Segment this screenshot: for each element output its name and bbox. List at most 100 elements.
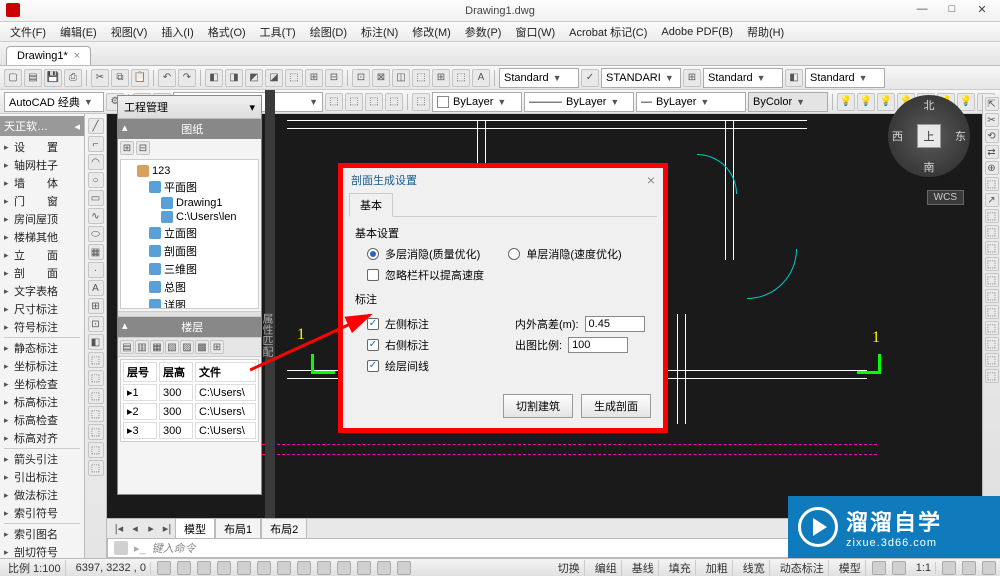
menu-draw[interactable]: 绘图(D) [304, 22, 353, 42]
floor-tool-icon[interactable]: ▤ [120, 340, 134, 354]
status-text[interactable]: 线宽 [739, 560, 770, 576]
tool-icon[interactable]: A [472, 69, 490, 87]
menu-adobepdf[interactable]: Adobe PDF(B) [655, 24, 739, 40]
save-icon[interactable]: 💾 [44, 69, 62, 87]
table-icon[interactable]: ⊡ [88, 316, 104, 332]
sidebar-item[interactable]: ▸做法标注 [0, 486, 84, 504]
tool-icon[interactable]: ◧ [205, 69, 223, 87]
tool-icon[interactable]: ⊞ [305, 69, 323, 87]
status-toggle-icon[interactable] [397, 561, 411, 575]
modify-icon[interactable]: ⟲ [985, 129, 999, 143]
cut-icon[interactable]: ✂ [91, 69, 109, 87]
menu-window[interactable]: 窗口(W) [509, 22, 561, 42]
height-diff-input[interactable] [585, 316, 645, 332]
modify-icon[interactable]: ⬚ [985, 225, 999, 239]
radio-multilayer[interactable] [367, 248, 379, 260]
sidebar-item[interactable]: ▸门 窗 [0, 192, 84, 210]
status-text[interactable]: 切换 [554, 560, 585, 576]
sidebar-item[interactable]: ▸剖 面 [0, 264, 84, 282]
close-button[interactable]: ✕ [968, 0, 996, 18]
modify-icon[interactable]: ⬚ [985, 305, 999, 319]
menu-edit[interactable]: 编辑(E) [54, 22, 103, 42]
status-model-button[interactable]: 模型 [835, 560, 866, 576]
tree-item[interactable]: 总图 [149, 278, 254, 296]
modify-icon[interactable]: ✂ [985, 113, 999, 127]
status-toggle-icon[interactable] [237, 561, 251, 575]
modify-icon[interactable]: ⬚ [985, 209, 999, 223]
status-icon[interactable] [872, 561, 886, 575]
tool-icon[interactable]: ⬚ [285, 69, 303, 87]
floor-tool-icon[interactable]: ▨ [180, 340, 194, 354]
sidebar-item[interactable]: ▸标高检查 [0, 411, 84, 429]
tool-icon[interactable]: ⊟ [325, 69, 343, 87]
tree-item[interactable]: 三维图 [149, 260, 254, 278]
tree-item[interactable]: 立面图 [149, 224, 254, 242]
dialog-tab-basic[interactable]: 基本 [349, 193, 393, 217]
sidebar-item[interactable]: ▸索引符号 [0, 504, 84, 522]
modify-icon[interactable]: ⬚ [985, 289, 999, 303]
sidebar-item[interactable]: ▸文字表格 [0, 282, 84, 300]
project-panel-header[interactable]: 工程管理▾ [118, 96, 261, 119]
modify-icon[interactable]: ⇄ [985, 145, 999, 159]
layout-tab-2[interactable]: 布局2 [261, 518, 307, 539]
new-icon[interactable]: ▢ [4, 69, 22, 87]
floor-tool-icon[interactable]: ▧ [165, 340, 179, 354]
sidebar-item[interactable]: ▸标高对齐 [0, 429, 84, 447]
tree-item-child[interactable]: Drawing1 [161, 196, 254, 210]
project-tree[interactable]: 123 平面图Drawing1C:\Users\len立面图剖面图三维图总图详图… [120, 159, 259, 309]
status-icon[interactable] [942, 561, 956, 575]
layout-nav-last[interactable]: ▸| [159, 522, 175, 535]
workspace-combo[interactable]: AutoCAD 经典▼ [4, 92, 104, 112]
status-toggle-icon[interactable] [197, 561, 211, 575]
textstyle-combo[interactable]: Standard▼ [499, 68, 579, 88]
status-toggle-icon[interactable] [177, 561, 191, 575]
block-icon[interactable]: ⊞ [88, 298, 104, 314]
table-row[interactable]: ▸2300C:\Users\ [123, 403, 256, 420]
lineweight-combo[interactable]: — ByLayer▼ [636, 92, 746, 112]
modify-icon[interactable]: ⊕ [985, 161, 999, 175]
tree-item[interactable]: 剖面图 [149, 242, 254, 260]
sidebar-item[interactable]: ▸墙 体 [0, 174, 84, 192]
status-toggle-icon[interactable] [317, 561, 331, 575]
bulb-icon[interactable]: 💡 [877, 93, 895, 111]
status-toggle-icon[interactable] [257, 561, 271, 575]
tool-icon[interactable]: ⊞ [432, 69, 450, 87]
document-tab-close[interactable]: × [74, 50, 80, 62]
dialog-close-icon[interactable]: × [647, 172, 655, 188]
floor-tool-icon[interactable]: ⊞ [210, 340, 224, 354]
tree-item[interactable]: 详图 [149, 296, 254, 309]
menu-modify[interactable]: 修改(M) [406, 22, 457, 42]
status-icon[interactable] [892, 561, 906, 575]
modify-icon[interactable]: ⬚ [985, 257, 999, 271]
tool-icon[interactable]: ⬚ [412, 69, 430, 87]
status-text[interactable]: 基线 [628, 560, 659, 576]
line-icon[interactable]: ╱ [88, 118, 104, 134]
modify-icon[interactable]: ↗ [985, 193, 999, 207]
plotstyle-combo[interactable]: ByColor▼ [748, 92, 828, 112]
tool-icon[interactable]: ⬚ [88, 424, 104, 440]
tablestyle-combo[interactable]: Standard▼ [703, 68, 783, 88]
open-icon[interactable]: ▤ [24, 69, 42, 87]
layout-nav-next[interactable]: ▸ [143, 522, 159, 535]
layout-tab-model[interactable]: 模型 [175, 518, 215, 539]
status-icon[interactable] [982, 561, 996, 575]
menu-tools[interactable]: 工具(T) [254, 22, 302, 42]
tool-icon[interactable]: ✓ [581, 69, 599, 87]
status-toggle-icon[interactable] [377, 561, 391, 575]
menu-format[interactable]: 格式(O) [202, 22, 252, 42]
table-row[interactable]: ▸1300C:\Users\ [123, 384, 256, 401]
document-tab-active[interactable]: Drawing1* × [6, 46, 91, 65]
paste-icon[interactable]: 📋 [131, 69, 149, 87]
tree-tool-icon[interactable]: ⊟ [136, 141, 150, 155]
compass-west[interactable]: 西 [892, 128, 903, 144]
status-toggle-icon[interactable] [357, 561, 371, 575]
undo-icon[interactable]: ↶ [158, 69, 176, 87]
status-toggle-icon[interactable] [217, 561, 231, 575]
compass-east[interactable]: 东 [955, 128, 966, 144]
menu-acrobat[interactable]: Acrobat 标记(C) [563, 22, 653, 42]
tool-icon[interactable]: ⬚ [88, 352, 104, 368]
tool-icon[interactable]: ⬚ [88, 442, 104, 458]
status-toggle-icon[interactable] [337, 561, 351, 575]
checkbox-left-annot[interactable] [367, 318, 379, 330]
radio-singlelayer[interactable] [508, 248, 520, 260]
